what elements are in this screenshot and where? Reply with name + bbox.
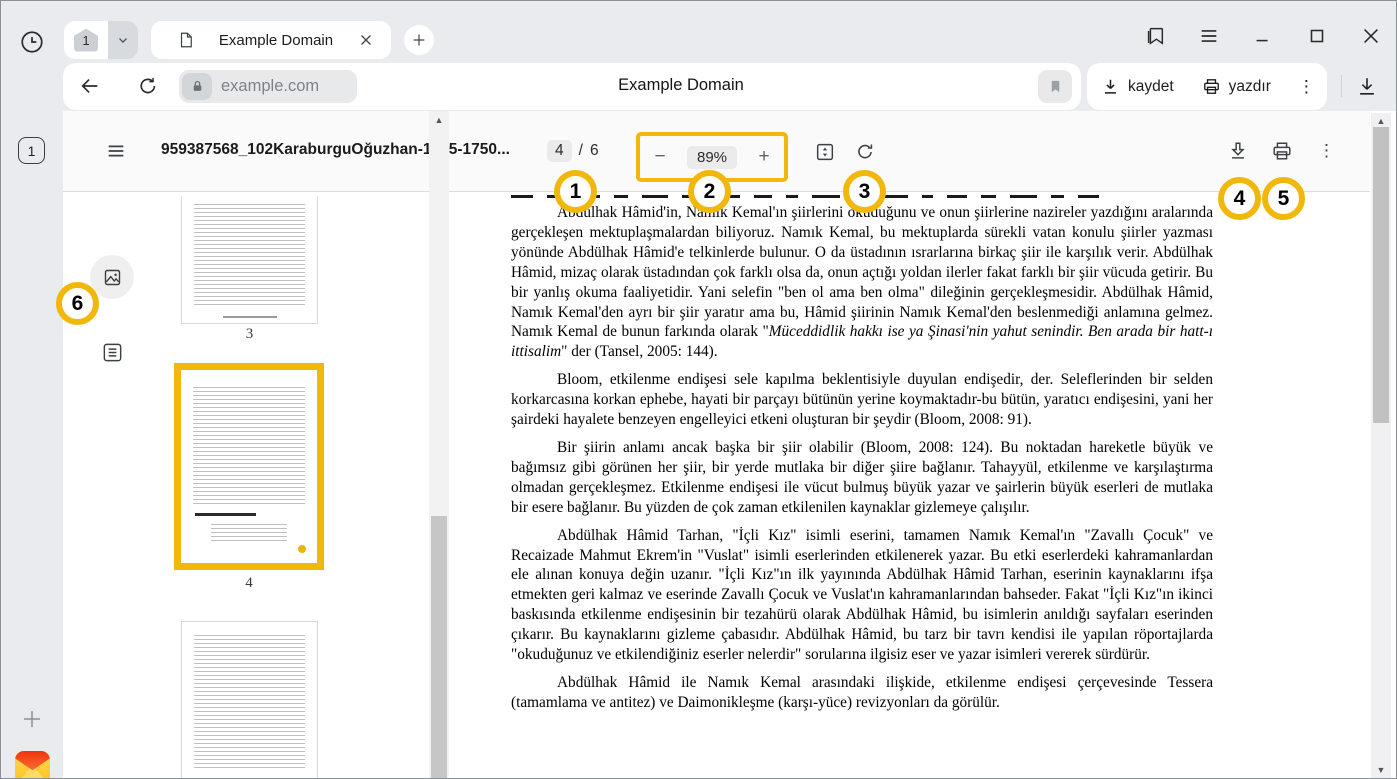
- lock-icon[interactable]: [182, 73, 212, 100]
- browser-menu-icon[interactable]: [1198, 25, 1220, 47]
- pdf-filename: 959387568_102KaraburguOğuzhan-1745-1750.…: [161, 141, 510, 159]
- yandex-mail-icon[interactable]: [15, 751, 50, 779]
- downloads-icon[interactable]: [1356, 75, 1378, 97]
- scrollbar-thumb[interactable]: [1373, 127, 1389, 423]
- url-text: example.com: [221, 77, 319, 96]
- tab-group-expander[interactable]: [108, 21, 138, 59]
- thumbnail-scrollbar[interactable]: ▲: [429, 111, 449, 778]
- pdf-download-icon[interactable]: [1227, 140, 1249, 162]
- tab-title: Example Domain: [195, 32, 357, 49]
- workspace-badge[interactable]: 1: [18, 137, 45, 164]
- print-button[interactable]: yazdır: [1188, 63, 1285, 110]
- scroll-up-icon[interactable]: ▲: [429, 115, 449, 125]
- thumbnail-page-5[interactable]: [181, 621, 318, 779]
- tab-group-badge: 1: [74, 29, 98, 52]
- print-label: yazdır: [1229, 78, 1271, 96]
- annotation-circle-5: 5: [1262, 177, 1305, 220]
- history-clock-icon[interactable]: [19, 29, 45, 55]
- tab-close-icon[interactable]: [357, 31, 375, 49]
- thumbnail-underline-detail: [195, 513, 256, 516]
- rotate-icon[interactable]: [854, 141, 876, 163]
- new-tab-button[interactable]: [404, 25, 434, 55]
- document-paragraph: Abdülhak Hâmid Tarhan, "İçli Kız" isimli…: [511, 526, 1213, 665]
- list-icon: [101, 341, 124, 364]
- page-actions-more-button[interactable]: ⋮: [1285, 77, 1328, 97]
- bookmarks-panel-icon[interactable]: [1144, 25, 1166, 47]
- annotation-circle-6: 6: [56, 282, 99, 325]
- page-counter[interactable]: 4 / 6: [547, 140, 599, 162]
- browser-side-rail: 1 •••: [1, 61, 63, 778]
- thumbnail-label-3: 3: [181, 326, 318, 343]
- plus-icon: [20, 707, 44, 731]
- pdf-page-content: Abdülhak Hâmid'in, Namık Kemal'ın şiirle…: [451, 193, 1360, 778]
- titlebar: 1 Example Domain: [1, 1, 1396, 61]
- total-pages: 6: [590, 142, 599, 160]
- save-button[interactable]: kaydet: [1087, 63, 1188, 110]
- minimize-button[interactable]: [1252, 25, 1274, 47]
- document-scrollbar[interactable]: ▲ ▼: [1371, 113, 1391, 778]
- rail-add-button[interactable]: [18, 705, 46, 733]
- bookmark-flag-icon[interactable]: [1038, 70, 1072, 103]
- thumbnail-label-4: 4: [174, 575, 324, 592]
- browser-tab[interactable]: Example Domain: [151, 21, 391, 59]
- annotation-circle-2: 2: [688, 170, 731, 213]
- current-page-field[interactable]: 4: [547, 140, 572, 162]
- document-paragraph: Bir şiirin anlamı ancak başka bir şiir o…: [511, 438, 1213, 518]
- tab-group-count[interactable]: 1: [64, 21, 108, 59]
- zoom-in-button[interactable]: +: [754, 146, 774, 168]
- image-icon: [102, 267, 123, 288]
- page-title: Example Domain: [481, 76, 881, 95]
- pdf-viewer: 959387568_102KaraburguOğuzhan-1745-1750.…: [63, 111, 1396, 778]
- outline-view-button[interactable]: [101, 341, 124, 364]
- scroll-up-icon[interactable]: ▲: [1371, 116, 1391, 126]
- zoom-out-button[interactable]: −: [650, 146, 670, 168]
- document-text: Abdülhak Hâmid'in, Namık Kemal'ın şiirle…: [511, 203, 1213, 721]
- page-separator: /: [579, 142, 583, 160]
- download-icon: [1101, 77, 1120, 96]
- zoom-level[interactable]: 89%: [687, 146, 737, 169]
- document-paragraph: Abdülhak Hâmid'in, Namık Kemal'ın şiirle…: [511, 203, 1213, 362]
- thumbnail-page-3[interactable]: [181, 196, 318, 324]
- scroll-down-icon[interactable]: ▼: [1371, 765, 1391, 775]
- close-window-button[interactable]: [1360, 25, 1382, 47]
- fit-to-page-icon[interactable]: [814, 141, 836, 163]
- thumbnail-logo-dot: [298, 545, 306, 553]
- page-doc-icon: [177, 31, 195, 49]
- thumbnail-page-4-selected[interactable]: [174, 363, 324, 570]
- document-paragraph: Abdülhak Hâmid ile Namık Kemal arasındak…: [511, 673, 1213, 713]
- thumbnails-view-button[interactable]: [90, 255, 134, 299]
- annotation-circle-1: 1: [554, 170, 597, 213]
- url-field[interactable]: example.com: [179, 70, 357, 103]
- page-actions-card: kaydet yazdır ⋮: [1087, 63, 1327, 110]
- divider: [1341, 75, 1342, 97]
- printer-icon: [1202, 77, 1221, 96]
- back-button[interactable]: [79, 75, 101, 97]
- pdf-sidebar-toggle-icon[interactable]: [105, 140, 127, 162]
- reload-button[interactable]: [137, 75, 159, 97]
- tab-group-chip[interactable]: 1: [64, 21, 138, 59]
- chevron-down-icon: [116, 33, 130, 47]
- annotation-circle-3: 3: [843, 170, 886, 213]
- pdf-more-button[interactable]: ⋮: [1318, 141, 1335, 161]
- plus-icon: [411, 32, 427, 48]
- browser-window: 1 Example Domain: [0, 0, 1397, 779]
- annotation-circle-4: 4: [1218, 177, 1261, 220]
- maximize-button[interactable]: [1306, 25, 1328, 47]
- pdf-print-icon[interactable]: [1271, 140, 1293, 162]
- document-paragraph: Bloom, etkilenme endişesi sele kapılma b…: [511, 370, 1213, 430]
- save-label: kaydet: [1128, 78, 1174, 96]
- scrollbar-thumb[interactable]: [431, 516, 447, 778]
